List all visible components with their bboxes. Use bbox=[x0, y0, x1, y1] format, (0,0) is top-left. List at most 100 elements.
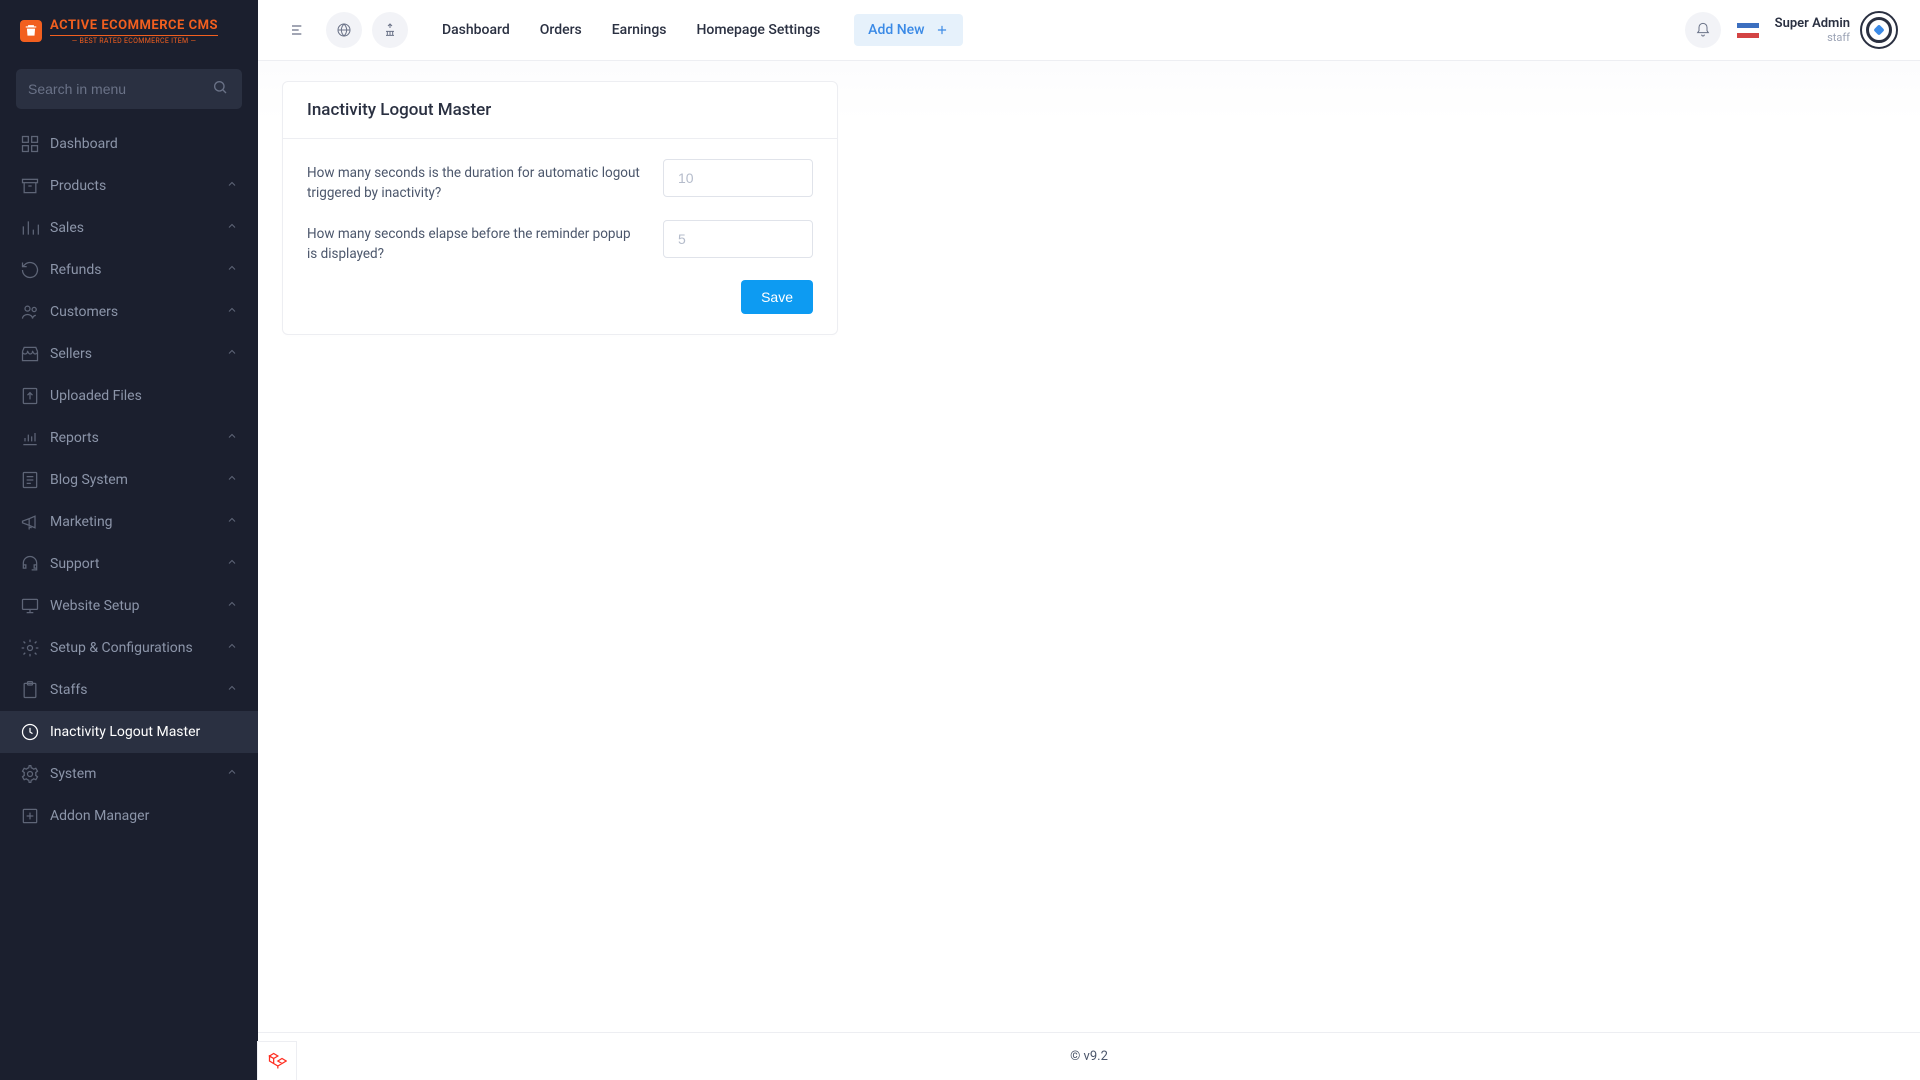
sidebar-item-label: Support bbox=[50, 556, 99, 572]
footer: © v9.2 bbox=[258, 1032, 1920, 1080]
cog-icon bbox=[20, 764, 40, 784]
chevron-up-icon bbox=[226, 682, 238, 698]
sidebar-item-sellers[interactable]: Sellers bbox=[0, 333, 258, 375]
sidebar-item-marketing[interactable]: Marketing bbox=[0, 501, 258, 543]
users-icon bbox=[20, 302, 40, 322]
reminder-popup-input[interactable] bbox=[663, 220, 813, 258]
chevron-up-icon bbox=[226, 346, 238, 362]
main: Dashboard Orders Earnings Homepage Setti… bbox=[258, 0, 1920, 1080]
logout-duration-input[interactable] bbox=[663, 159, 813, 197]
sidebar-item-label: Marketing bbox=[50, 514, 113, 530]
user-name: Super Admin bbox=[1775, 16, 1850, 31]
sidebar-item-label: Customers bbox=[50, 304, 118, 320]
flag-icon[interactable] bbox=[1737, 23, 1759, 38]
sidebar-item-label: Sellers bbox=[50, 346, 92, 362]
refresh-icon bbox=[20, 260, 40, 280]
add-new-label: Add New bbox=[868, 22, 924, 38]
user-menu[interactable]: Super Admin staff bbox=[1775, 11, 1898, 49]
chevron-up-icon bbox=[226, 472, 238, 488]
content: Inactivity Logout Master How many second… bbox=[258, 61, 1920, 1032]
sidebar-item-label: Website Setup bbox=[50, 598, 140, 614]
reminder-popup-label: How many seconds elapse before the remin… bbox=[307, 220, 663, 265]
sidebar-item-support[interactable]: Support bbox=[0, 543, 258, 585]
sidebar-search bbox=[16, 69, 242, 109]
avatar bbox=[1860, 11, 1898, 49]
laravel-badge[interactable] bbox=[258, 1042, 296, 1080]
chevron-up-icon bbox=[226, 178, 238, 194]
sidebar-item-label: Reports bbox=[50, 430, 99, 446]
sidebar-item-label: Products bbox=[50, 178, 106, 194]
chevron-up-icon bbox=[226, 640, 238, 656]
sidebar-item-website-setup[interactable]: Website Setup bbox=[0, 585, 258, 627]
chevron-up-icon bbox=[226, 598, 238, 614]
clipboard-icon bbox=[20, 680, 40, 700]
chevron-up-icon bbox=[226, 556, 238, 572]
gear-icon bbox=[20, 638, 40, 658]
card-title: Inactivity Logout Master bbox=[283, 82, 837, 139]
upload-icon bbox=[20, 386, 40, 406]
topnav-link-orders[interactable]: Orders bbox=[540, 22, 582, 38]
plus-icon bbox=[935, 23, 949, 37]
book-icon bbox=[20, 470, 40, 490]
bell-button[interactable] bbox=[1685, 12, 1721, 48]
sidebar-item-label: Inactivity Logout Master bbox=[50, 724, 200, 740]
chevron-up-icon bbox=[226, 220, 238, 236]
bar-chart-icon bbox=[20, 218, 40, 238]
brand-logo[interactable]: ACTIVE ECOMMERCE CMS BEST RATED ECOMMERC… bbox=[0, 0, 258, 61]
form-row-reminder-popup: How many seconds elapse before the remin… bbox=[307, 220, 813, 265]
bag-icon bbox=[20, 20, 42, 42]
sidebar-item-customers[interactable]: Customers bbox=[0, 291, 258, 333]
sidebar-item-label: Staffs bbox=[50, 682, 87, 698]
menu-toggle-button[interactable] bbox=[280, 12, 316, 48]
sidebar-item-label: Blog System bbox=[50, 472, 128, 488]
sidebar-item-system[interactable]: System bbox=[0, 753, 258, 795]
sidebar-item-label: System bbox=[50, 766, 96, 782]
chevron-up-icon bbox=[226, 304, 238, 320]
topbar-right: Super Admin staff bbox=[1685, 11, 1898, 49]
sidebar-item-addon-manager[interactable]: Addon Manager bbox=[0, 795, 258, 837]
form-actions: Save bbox=[307, 280, 813, 314]
sidebar-item-blog-system[interactable]: Blog System bbox=[0, 459, 258, 501]
cache-button[interactable] bbox=[372, 12, 408, 48]
chevron-up-icon bbox=[226, 766, 238, 782]
search-input[interactable] bbox=[16, 69, 242, 109]
megaphone-icon bbox=[20, 512, 40, 532]
puzzle-icon bbox=[20, 806, 40, 826]
sidebar-item-inactivity-logout-master[interactable]: Inactivity Logout Master bbox=[0, 711, 258, 753]
clock-icon bbox=[20, 722, 40, 742]
footer-version: © v9.2 bbox=[1070, 1049, 1108, 1064]
topnav-link-earnings[interactable]: Earnings bbox=[612, 22, 667, 38]
brand-text: ACTIVE ECOMMERCE CMS BEST RATED ECOMMERC… bbox=[50, 17, 218, 45]
sidebar-item-label: Addon Manager bbox=[50, 808, 149, 824]
topbar-left: Dashboard Orders Earnings Homepage Setti… bbox=[280, 12, 963, 48]
topnav-link-dashboard[interactable]: Dashboard bbox=[442, 22, 510, 38]
sidebar-item-label: Setup & Configurations bbox=[50, 640, 193, 656]
sidebar-item-label: Uploaded Files bbox=[50, 388, 142, 404]
sidebar-item-staffs[interactable]: Staffs bbox=[0, 669, 258, 711]
add-new-button[interactable]: Add New bbox=[854, 14, 962, 46]
chevron-up-icon bbox=[226, 262, 238, 278]
headset-icon bbox=[20, 554, 40, 574]
save-button[interactable]: Save bbox=[741, 280, 813, 314]
top-nav-links: Dashboard Orders Earnings Homepage Setti… bbox=[442, 22, 820, 38]
sidebar-item-setup-configurations[interactable]: Setup & Configurations bbox=[0, 627, 258, 669]
sidebar-item-refunds[interactable]: Refunds bbox=[0, 249, 258, 291]
sidebar-item-dashboard[interactable]: Dashboard bbox=[0, 123, 258, 165]
sidebar-item-reports[interactable]: Reports bbox=[0, 417, 258, 459]
settings-card: Inactivity Logout Master How many second… bbox=[282, 81, 838, 335]
sidebar-item-uploaded-files[interactable]: Uploaded Files bbox=[0, 375, 258, 417]
graph-icon bbox=[20, 428, 40, 448]
sidebar: ACTIVE ECOMMERCE CMS BEST RATED ECOMMERC… bbox=[0, 0, 258, 1080]
sidebar-item-label: Dashboard bbox=[50, 136, 118, 152]
sidebar-item-sales[interactable]: Sales bbox=[0, 207, 258, 249]
user-role: staff bbox=[1775, 31, 1850, 44]
sidebar-item-products[interactable]: Products bbox=[0, 165, 258, 207]
chevron-up-icon bbox=[226, 430, 238, 446]
sidebar-scroll[interactable]: ACTIVE ECOMMERCE CMS BEST RATED ECOMMERC… bbox=[0, 0, 258, 1080]
chevron-up-icon bbox=[226, 514, 238, 530]
store-icon bbox=[20, 344, 40, 364]
topnav-link-homepage-settings[interactable]: Homepage Settings bbox=[696, 22, 820, 38]
user-text: Super Admin staff bbox=[1775, 16, 1850, 44]
globe-button[interactable] bbox=[326, 12, 362, 48]
form-row-logout-duration: How many seconds is the duration for aut… bbox=[307, 159, 813, 204]
